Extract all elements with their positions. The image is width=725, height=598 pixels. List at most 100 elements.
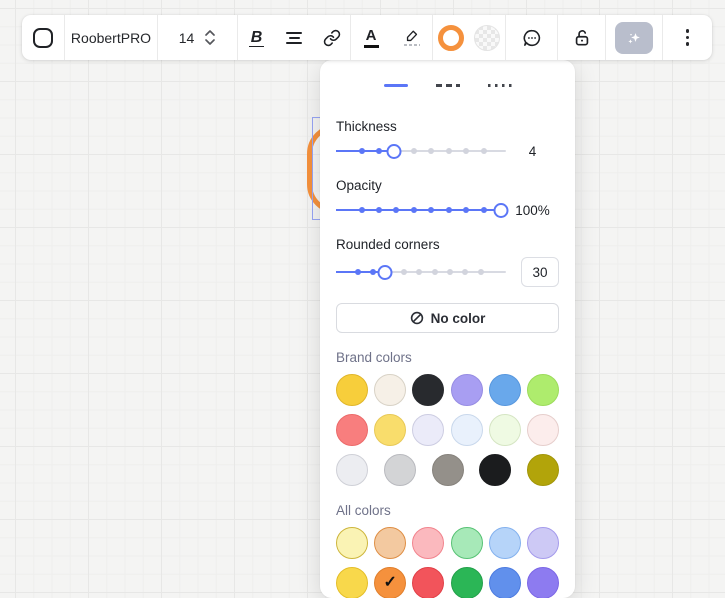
color-swatch[interactable] [412,414,444,446]
slider-stop[interactable] [376,148,382,154]
shape-type-button[interactable] [22,15,64,60]
slider-stop[interactable] [481,207,487,213]
ai-sparkle-icon [615,22,653,54]
fill-color-button[interactable] [469,15,505,60]
color-swatch[interactable] [336,414,368,446]
bold-icon: B [249,29,265,47]
color-swatch[interactable] [479,454,511,486]
color-swatch[interactable] [384,454,416,486]
thickness-slider[interactable] [336,143,506,159]
context-toolbar: RoobertPRO 14 B A [22,15,712,60]
text-color-button[interactable]: A [350,15,391,60]
color-swatch[interactable] [412,374,444,406]
no-color-label: No color [431,311,486,326]
solid-line-icon [384,84,408,87]
color-swatch[interactable] [527,454,559,486]
font-size-stepper[interactable] [204,29,216,46]
rounded-corners-label: Rounded corners [336,236,559,253]
highlight-color-button[interactable] [391,15,432,60]
comment-button[interactable] [505,15,557,60]
slider-stop[interactable] [411,207,417,213]
color-swatch[interactable] [527,527,559,559]
color-swatch[interactable] [412,567,444,598]
color-swatch[interactable] [489,527,521,559]
rounded-corners-slider[interactable] [336,264,506,280]
slider-stop[interactable] [478,269,484,275]
color-swatch[interactable] [451,567,483,598]
comment-icon [522,28,542,48]
rounded-corners-input[interactable] [521,257,559,287]
slider-thumb[interactable] [386,144,401,159]
font-family-label: RoobertPRO [71,30,151,46]
slider-thumb[interactable] [493,203,508,218]
color-swatch[interactable]: ✓ [374,567,406,598]
color-swatch[interactable] [336,567,368,598]
swatch-row [336,374,559,406]
color-swatch[interactable] [489,567,521,598]
color-swatch[interactable] [451,374,483,406]
font-family-button[interactable]: RoobertPRO [64,15,157,60]
color-swatch[interactable] [451,527,483,559]
slider-stop[interactable] [447,269,453,275]
slider-stop[interactable] [428,148,434,154]
all-colors-label: All colors [336,502,559,519]
slider-stop[interactable] [416,269,422,275]
slider-stop[interactable] [355,269,361,275]
stroke-color-button[interactable] [432,15,469,60]
slider-stop[interactable] [370,269,376,275]
no-color-button[interactable]: No color [336,303,559,333]
color-swatch[interactable] [527,414,559,446]
no-color-icon [410,311,424,325]
color-swatch[interactable] [451,414,483,446]
color-swatch[interactable] [527,374,559,406]
color-swatch[interactable] [489,414,521,446]
slider-stop[interactable] [376,207,382,213]
opacity-slider[interactable] [336,202,506,218]
opacity-value: 100% [506,203,559,218]
slider-stop[interactable] [401,269,407,275]
font-size-control[interactable]: 14 [157,15,237,60]
highlighter-icon [404,29,420,46]
slider-stop[interactable] [481,148,487,154]
swatch-row: ✓ [336,567,559,598]
bold-button[interactable]: B [237,15,275,60]
chevron-up-icon[interactable] [204,29,216,37]
slider-stop[interactable] [463,207,469,213]
slider-stop[interactable] [432,269,438,275]
line-style-dotted-button[interactable] [488,78,512,92]
ai-assist-button[interactable] [605,15,662,60]
text-align-button[interactable] [275,15,313,60]
color-swatch[interactable] [374,414,406,446]
shape-style-panel: Thickness 4 Opacity 100% Rounded corners… [320,60,575,598]
color-swatch[interactable] [374,374,406,406]
slider-stop[interactable] [446,148,452,154]
color-swatch[interactable] [432,454,464,486]
brand-colors-grid [336,374,559,486]
color-swatch[interactable] [336,527,368,559]
lock-button[interactable] [557,15,605,60]
color-swatch[interactable] [336,374,368,406]
color-swatch[interactable] [374,527,406,559]
transparent-fill-icon [474,25,500,51]
slider-stop[interactable] [393,207,399,213]
slider-stop[interactable] [463,148,469,154]
link-button[interactable] [313,15,350,60]
slider-stop[interactable] [411,148,417,154]
color-swatch[interactable] [489,374,521,406]
slider-stop[interactable] [359,207,365,213]
thickness-label: Thickness [336,118,559,135]
slider-stop[interactable] [359,148,365,154]
slider-stop[interactable] [462,269,468,275]
text-color-icon: A [364,28,379,48]
color-swatch[interactable] [527,567,559,598]
line-style-solid-button[interactable] [384,78,408,92]
color-swatch[interactable] [412,527,444,559]
line-style-dashed-button[interactable] [436,78,460,92]
slider-stop[interactable] [428,207,434,213]
chevron-down-icon[interactable] [204,38,216,46]
color-swatch[interactable] [336,454,368,486]
slider-stop[interactable] [446,207,452,213]
overflow-menu-button[interactable] [662,15,712,60]
whiteboard-canvas[interactable]: RoobertPRO 14 B A [0,0,725,598]
slider-thumb[interactable] [378,265,393,280]
